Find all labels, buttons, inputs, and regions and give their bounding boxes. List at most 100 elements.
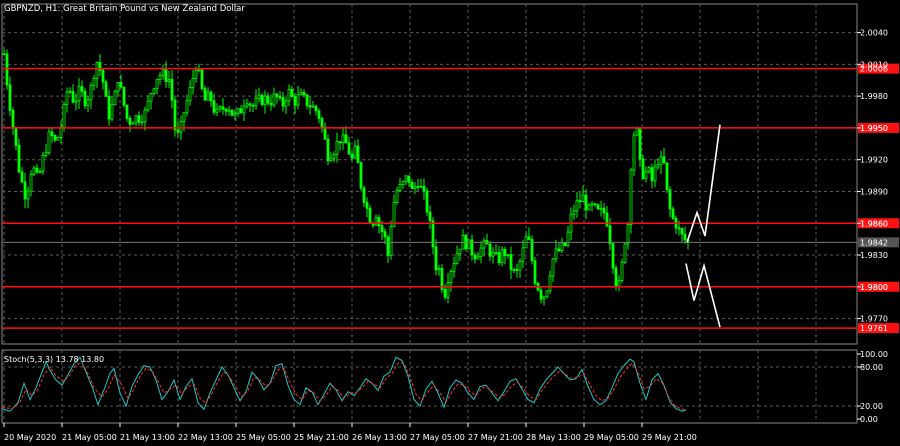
candle-body — [191, 77, 195, 89]
candle-body — [287, 89, 291, 102]
candle-body — [125, 104, 129, 119]
time-tick-label: 27 May 21:00 — [468, 433, 523, 442]
price-tick-label: 1.9920 — [860, 156, 888, 165]
candle-body — [386, 236, 390, 256]
stoch-tick-label: 80.00 — [860, 363, 883, 372]
time-tick-label: 29 May 05:00 — [584, 433, 639, 442]
candle-body — [77, 86, 81, 102]
candle-body — [425, 190, 429, 213]
candle-body — [533, 260, 537, 284]
candle-body — [650, 167, 654, 182]
candle-body — [617, 279, 621, 287]
candle-body — [614, 267, 618, 287]
candle-body — [347, 142, 351, 155]
candle-body — [203, 88, 207, 101]
price-tick-label: 1.9800 — [860, 283, 888, 292]
candle-body — [431, 220, 435, 248]
candle-body — [551, 258, 555, 277]
candle-body — [512, 268, 516, 271]
candle-body — [107, 96, 111, 120]
candle-body — [428, 211, 432, 222]
candle-body — [479, 247, 483, 258]
candle-body — [104, 81, 108, 97]
candle-body — [509, 254, 513, 271]
candle-body — [8, 84, 12, 111]
candle-body — [236, 108, 240, 114]
candle-body — [38, 171, 42, 173]
candle-body — [500, 249, 504, 264]
candle-body — [245, 103, 249, 107]
candle-body — [11, 109, 15, 128]
candle-body — [413, 185, 417, 190]
candle-body — [218, 106, 222, 110]
candle-body — [602, 207, 606, 214]
candle-body — [476, 256, 480, 260]
candle-body — [527, 236, 531, 240]
time-tick-label: 29 May 21:00 — [642, 433, 697, 442]
candle-body — [566, 231, 570, 246]
candle-body — [353, 145, 357, 159]
candle-body — [578, 200, 582, 203]
candle-body — [380, 225, 384, 233]
candle-body — [539, 289, 543, 300]
candle-body — [113, 90, 117, 106]
candle-body — [221, 106, 225, 110]
candle-body — [65, 91, 69, 105]
candle-body — [194, 69, 198, 79]
candle-body — [224, 108, 228, 112]
candle-body — [641, 158, 645, 179]
candle-body — [164, 69, 168, 82]
price-chart[interactable]: 2.00061.99501.98601.98001.97611.9842 2.0… — [0, 0, 900, 446]
candle-body — [152, 88, 156, 94]
candle-body — [332, 153, 336, 159]
candle-body — [362, 187, 366, 203]
candle-body — [170, 78, 174, 101]
candle-body — [305, 94, 309, 106]
candle-body — [80, 86, 84, 92]
candle-body — [206, 91, 210, 101]
candle-body — [671, 208, 675, 219]
candle-body — [545, 290, 549, 298]
candle-body — [233, 112, 237, 116]
candle-body — [395, 190, 399, 203]
candle-body — [449, 271, 453, 283]
candle-body — [656, 164, 660, 168]
candle-body — [308, 105, 312, 108]
candle-body — [116, 81, 120, 92]
candle-body — [521, 247, 525, 262]
candle-body — [176, 129, 180, 133]
candle-body — [242, 105, 246, 114]
candle-body — [146, 100, 150, 111]
candle-body — [275, 93, 279, 98]
candle-body — [269, 102, 273, 106]
candle-body — [416, 185, 420, 188]
candle-body — [119, 81, 123, 88]
candle-body — [86, 99, 90, 107]
candle-body — [506, 254, 510, 257]
candle-body — [200, 69, 204, 90]
candle-body — [575, 200, 579, 212]
candle-body — [314, 105, 318, 112]
candle-body — [323, 126, 327, 140]
candle-body — [59, 126, 63, 138]
time-tick-label: 25 May 05:00 — [236, 433, 291, 442]
candle-body — [182, 112, 186, 123]
candle-body — [185, 100, 189, 114]
candle-body — [338, 141, 342, 144]
candle-body — [626, 224, 630, 245]
candle-body — [53, 135, 57, 141]
candle-body — [560, 242, 564, 251]
candle-body — [599, 207, 603, 210]
candle-body — [143, 109, 147, 123]
candle-body — [662, 156, 666, 164]
candle-body — [350, 153, 354, 159]
candle-body — [446, 282, 450, 298]
candle-body — [488, 243, 492, 257]
candle-body — [611, 243, 615, 269]
candle-body — [329, 157, 333, 162]
candle-body — [548, 275, 552, 292]
time-tick-label: 25 May 21:00 — [294, 433, 349, 442]
price-tick-label: 1.9950 — [860, 124, 888, 133]
candle-body — [281, 96, 285, 107]
candle-body — [434, 246, 438, 271]
